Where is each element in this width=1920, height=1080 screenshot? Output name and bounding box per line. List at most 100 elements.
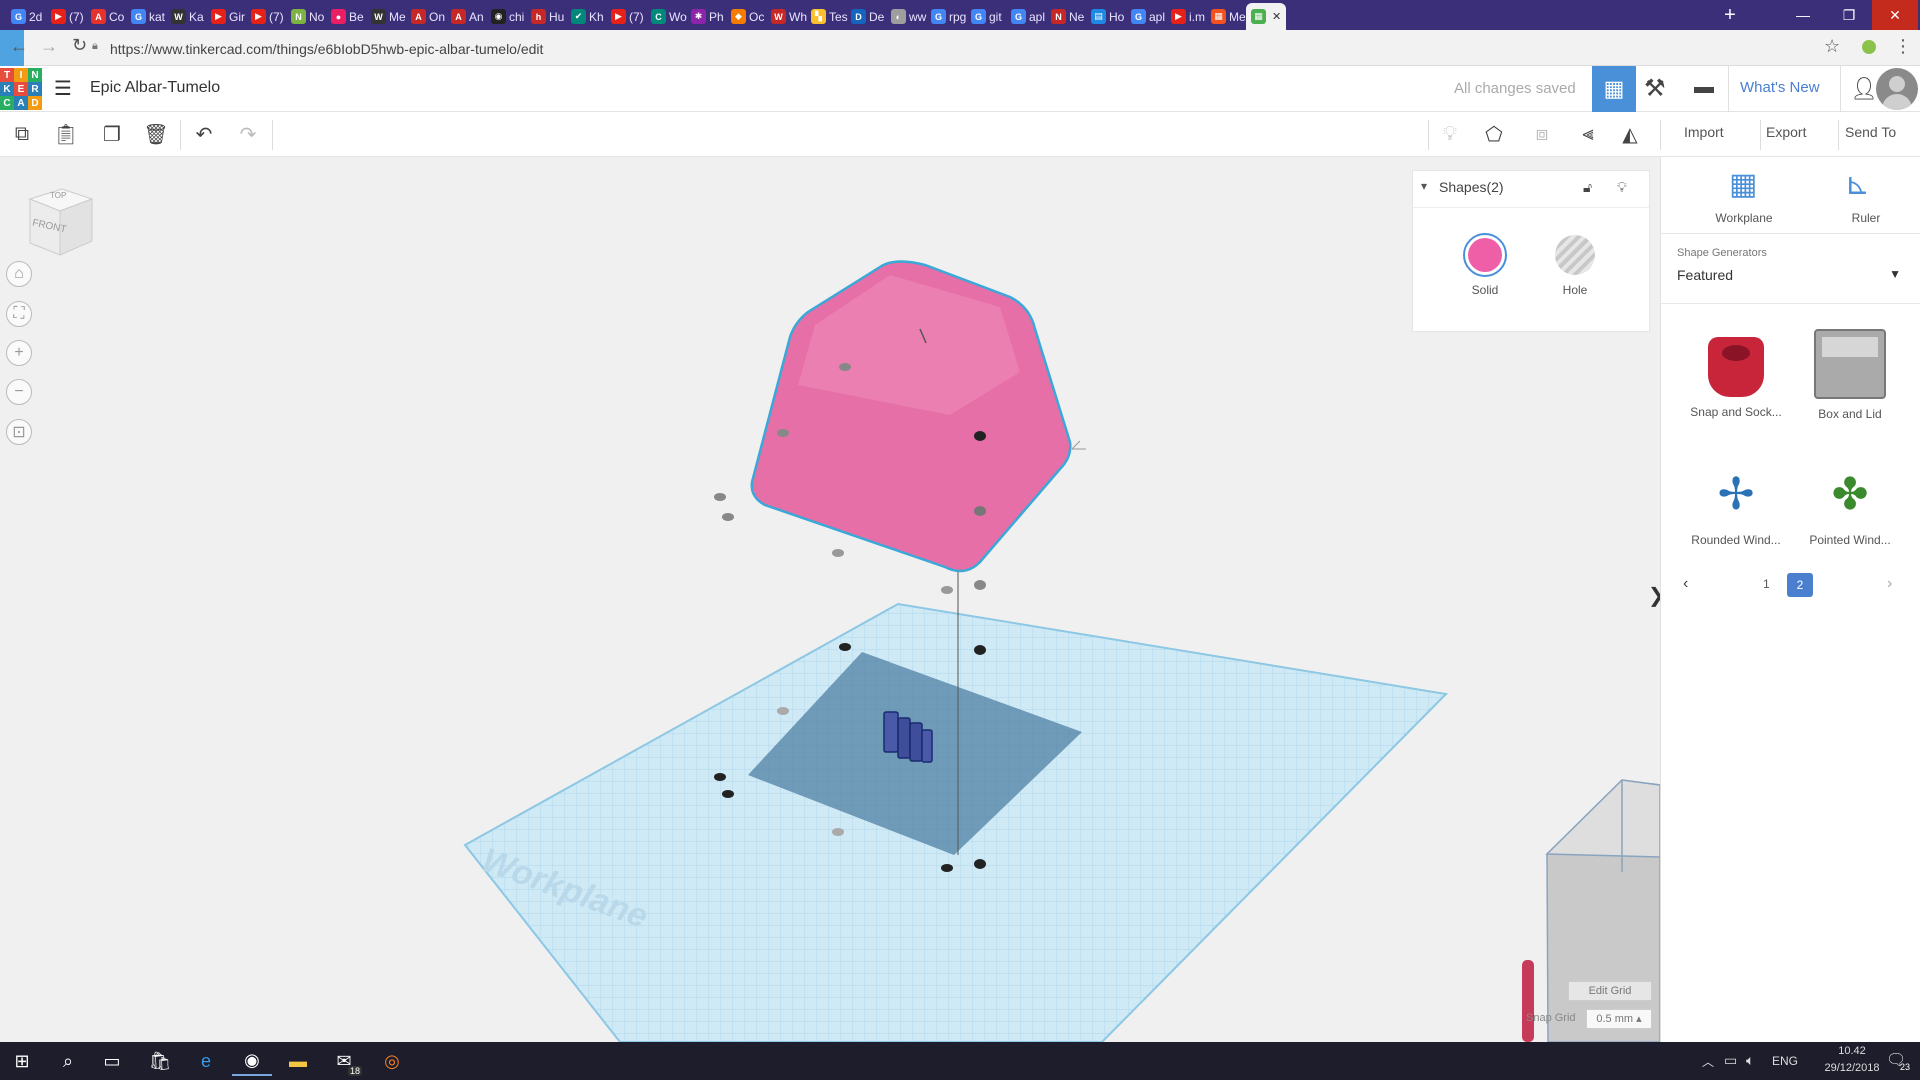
- browser-tab[interactable]: D De: [846, 3, 890, 30]
- box-shape-partial[interactable]: [1545, 779, 1660, 1042]
- snap-grid-select[interactable]: 0.5 mm ▴: [1586, 1009, 1652, 1029]
- ruler-icon[interactable]: ⊾: [1845, 167, 1870, 202]
- task-view-icon[interactable]: ▭: [92, 1046, 132, 1076]
- workplane-icon[interactable]: ▦: [1729, 167, 1757, 202]
- view-cube[interactable]: TOP FRONT: [22, 185, 94, 257]
- lock-icon[interactable]: 🔓︎: [1583, 179, 1592, 196]
- shape-rounded-windmill[interactable]: ✢ Rounded Wind...: [1681, 457, 1791, 577]
- file-explorer-icon[interactable]: ▬: [278, 1046, 318, 1076]
- pink-keycap-shape[interactable]: [750, 260, 1086, 573]
- close-window-icon[interactable]: ✕: [1872, 0, 1918, 30]
- browser-tab[interactable]: Ggit: [966, 3, 1010, 30]
- browser-tab[interactable]: ◆ Oc: [726, 3, 770, 30]
- design-title[interactable]: Epic Albar-Tumelo: [90, 79, 220, 97]
- next-page-icon[interactable]: ›: [1887, 575, 1892, 593]
- search-icon[interactable]: ⌕: [48, 1046, 88, 1076]
- browser-tab[interactable]: ▶ (7): [606, 3, 650, 30]
- url-field[interactable]: https://www.tinkercad.com/things/e6bIobD…: [110, 38, 1810, 60]
- edit-grid-button[interactable]: Edit Grid: [1568, 981, 1652, 1001]
- browser-tab[interactable]: Gapl: [1006, 3, 1050, 30]
- tray-chevron-icon[interactable]: ︿: [1702, 1053, 1714, 1070]
- clock-time[interactable]: 10.42: [1822, 1045, 1882, 1057]
- lightbulb-icon[interactable]: 💡︎: [1617, 179, 1627, 196]
- browser-tab[interactable]: ▤ Ho: [1086, 3, 1130, 30]
- duplicate-icon[interactable]: ❐: [96, 118, 128, 150]
- browser-tab[interactable]: W Me: [366, 3, 410, 30]
- page-1[interactable]: 1: [1763, 577, 1770, 591]
- browser-tab[interactable]: A Co: [86, 3, 130, 30]
- import-button[interactable]: Import: [1684, 124, 1724, 140]
- windows-start-icon[interactable]: ⊞: [2, 1046, 42, 1076]
- export-button[interactable]: Export: [1766, 124, 1806, 140]
- page-2-current[interactable]: 2: [1787, 573, 1813, 597]
- reload-icon[interactable]: ↻: [72, 35, 87, 56]
- browser-tab[interactable]: Gapl: [1126, 3, 1170, 30]
- maximize-icon[interactable]: ❐: [1826, 0, 1872, 30]
- edge-icon[interactable]: e: [186, 1046, 226, 1076]
- shape-pointed-windmill[interactable]: ✤ Pointed Wind...: [1795, 457, 1905, 577]
- view-cube-top[interactable]: TOP: [50, 191, 66, 200]
- browser-tab[interactable]: ▶ (7): [246, 3, 290, 30]
- solid-swatch[interactable]: [1463, 233, 1507, 277]
- ungroup-icon[interactable]: ⧈: [1526, 118, 1558, 150]
- back-icon[interactable]: ←: [10, 36, 28, 57]
- align-icon[interactable]: ⫷: [1572, 118, 1604, 150]
- copy-icon[interactable]: ⧉: [6, 118, 38, 150]
- delete-icon[interactable]: 🗑︎: [140, 118, 172, 150]
- 3d-workspace[interactable]: Workplane TOP FRONT ⌂ ⛶ + − ⊡ ❯ Edit Gri…: [0, 157, 1660, 1042]
- mirror-icon[interactable]: ◭: [1614, 118, 1646, 150]
- whats-new-link[interactable]: What's New: [1740, 79, 1820, 96]
- volume-icon[interactable]: 🔈︎: [1746, 1052, 1754, 1069]
- browser-tab[interactable]: ◉ chi: [486, 3, 530, 30]
- zoom-out-icon[interactable]: −: [6, 379, 32, 405]
- minimize-icon[interactable]: —: [1780, 0, 1826, 30]
- browser-tab[interactable]: G 2d: [6, 3, 50, 30]
- redo-icon[interactable]: ↷: [232, 118, 264, 150]
- build-icon[interactable]: ⚒: [1644, 74, 1666, 103]
- ruler-tool-label[interactable]: Ruler: [1821, 211, 1911, 225]
- browser-tab[interactable]: N Ne: [1046, 3, 1090, 30]
- shape-box-and-lid[interactable]: Box and Lid: [1795, 327, 1905, 447]
- generators-dropdown[interactable]: Featured ▼: [1677, 267, 1901, 291]
- collapse-chevron-icon[interactable]: ▾: [1421, 179, 1427, 193]
- browser-tab[interactable]: C Wo: [646, 3, 690, 30]
- home-view-icon[interactable]: ⌂: [6, 261, 32, 287]
- blender-icon[interactable]: ◎: [372, 1046, 412, 1076]
- menu-kebab-icon[interactable]: ⋮: [1894, 36, 1912, 57]
- browser-tab[interactable]: ▚ Tes: [806, 3, 850, 30]
- browser-tab[interactable]: ✱ Ph: [686, 3, 730, 30]
- browser-tab[interactable]: h Hu: [526, 3, 570, 30]
- zoom-in-icon[interactable]: +: [6, 340, 32, 366]
- browser-tab[interactable]: Gkat: [126, 3, 170, 30]
- forward-icon[interactable]: →: [40, 36, 58, 57]
- group-icon[interactable]: ⬠: [1478, 118, 1510, 150]
- browser-tab[interactable]: ▶ i.m: [1166, 3, 1210, 30]
- browser-tab[interactable]: ▦ ✕: [1246, 3, 1286, 30]
- undo-icon[interactable]: ↶: [188, 118, 220, 150]
- briefcase-icon[interactable]: ▬: [1694, 76, 1714, 99]
- browser-tab[interactable]: ● Be: [326, 3, 370, 30]
- bookmark-star-icon[interactable]: ☆: [1824, 36, 1840, 57]
- mail-icon[interactable]: ✉ 18: [324, 1046, 364, 1076]
- 3d-view-icon[interactable]: ▦: [1592, 66, 1636, 112]
- network-icon[interactable]: ▭: [1724, 1052, 1737, 1069]
- browser-tab[interactable]: W Ka: [166, 3, 210, 30]
- extension-icon[interactable]: [1862, 40, 1876, 54]
- avatar[interactable]: [1876, 68, 1918, 110]
- browser-tab[interactable]: ▦ Me: [1206, 3, 1250, 30]
- browser-tab[interactable]: ▶ Gir: [206, 3, 250, 30]
- send-to-button[interactable]: Send To: [1845, 124, 1896, 140]
- browser-tab[interactable]: Grpg: [926, 3, 970, 30]
- clock-date[interactable]: 29/12/2018: [1812, 1062, 1892, 1074]
- panel-expand-icon[interactable]: ❯: [1648, 583, 1660, 608]
- new-tab-icon[interactable]: +: [1716, 4, 1744, 26]
- store-icon[interactable]: 🛍︎: [140, 1046, 180, 1076]
- tinkercad-logo[interactable]: T I N K E R C A D: [0, 68, 42, 110]
- browser-tab[interactable]: ✔ Kh: [566, 3, 610, 30]
- design-list-icon[interactable]: ☰: [54, 76, 72, 101]
- browser-tab[interactable]: ▶ (7): [46, 3, 90, 30]
- fit-view-icon[interactable]: ⛶: [6, 301, 32, 327]
- browser-tab[interactable]: A An: [446, 3, 490, 30]
- ortho-view-icon[interactable]: ⊡: [6, 419, 32, 445]
- browser-tab[interactable]: W Wh: [766, 3, 810, 30]
